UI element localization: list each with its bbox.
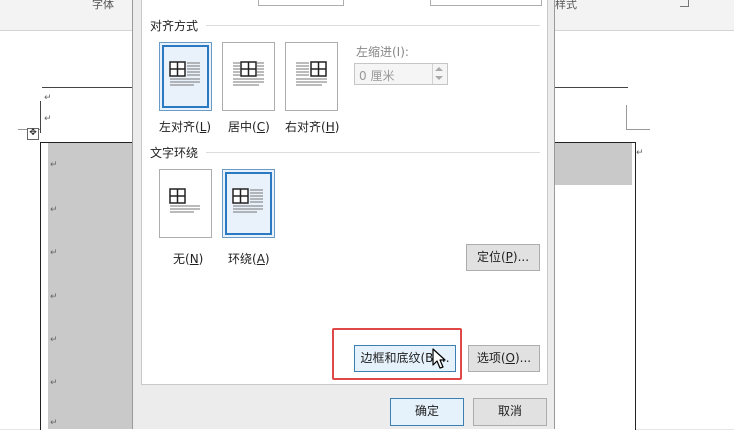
ribbon-group-style-label: 样式 [555, 0, 577, 11]
wrap-none-label: 无(N) [173, 252, 204, 266]
wrap-none-option[interactable] [159, 169, 212, 238]
paragraph-mark: ↵ [44, 114, 52, 124]
cell-mark: ↵ [50, 378, 58, 388]
spinner-down-icon[interactable] [435, 76, 443, 80]
align-left-icon [169, 61, 200, 86]
align-right-icon [296, 61, 327, 86]
align-right-label: 右对齐(H) [285, 120, 340, 134]
margin-mark [626, 129, 650, 130]
spinner-buttons[interactable] [432, 64, 447, 84]
options-button[interactable]: 选项(O)... [468, 345, 540, 372]
mouse-pointer-icon [432, 348, 446, 369]
measure-dropdown[interactable] [430, 0, 542, 6]
align-center-label: 居中(C) [228, 120, 270, 134]
wrap-group-title: 文字环绕 [150, 146, 199, 160]
align-center-option[interactable] [222, 42, 275, 111]
shaded-column [48, 185, 134, 429]
dialog-launcher-icon[interactable] [680, 0, 689, 7]
cell-mark: ↵ [50, 160, 58, 170]
wrap-around-option[interactable] [222, 169, 275, 238]
cancel-button[interactable]: 取消 [473, 398, 547, 426]
spinner-up-icon[interactable] [435, 67, 443, 71]
margin-mark [626, 105, 627, 129]
cell-mark: ↵ [50, 292, 58, 302]
align-right-option[interactable] [285, 42, 338, 111]
cell-mark: ↵ [50, 205, 58, 215]
align-center-icon [233, 61, 264, 86]
align-left-option[interactable] [159, 42, 212, 111]
left-indent-label: 左缩进(I): [356, 45, 409, 59]
table-move-handle-icon[interactable]: ✥ [27, 128, 39, 140]
paragraph-mark: ↵ [44, 93, 52, 103]
left-indent-value: 0 厘米 [359, 69, 395, 83]
position-button[interactable]: 定位(P)... [466, 244, 540, 271]
wrap-around-icon [232, 188, 263, 213]
ok-button[interactable]: 确定 [390, 398, 464, 426]
margin-mark [40, 101, 41, 133]
align-left-label: 左对齐(L) [159, 120, 212, 134]
ribbon-group-font-label: 字体 [92, 0, 114, 11]
separator [206, 152, 540, 153]
left-indent-spinner[interactable]: 0 厘米 [354, 63, 448, 85]
width-input[interactable] [258, 0, 344, 6]
cell-mark: ↵ [50, 248, 58, 258]
row-end-mark: ↵ [636, 148, 644, 158]
cell-mark: ↵ [50, 418, 58, 428]
wrap-around-label: 环绕(A) [228, 252, 270, 266]
wrap-none-icon [169, 188, 200, 213]
separator [206, 25, 540, 26]
cell-mark: ↵ [50, 335, 58, 345]
alignment-group-title: 对齐方式 [150, 19, 199, 33]
